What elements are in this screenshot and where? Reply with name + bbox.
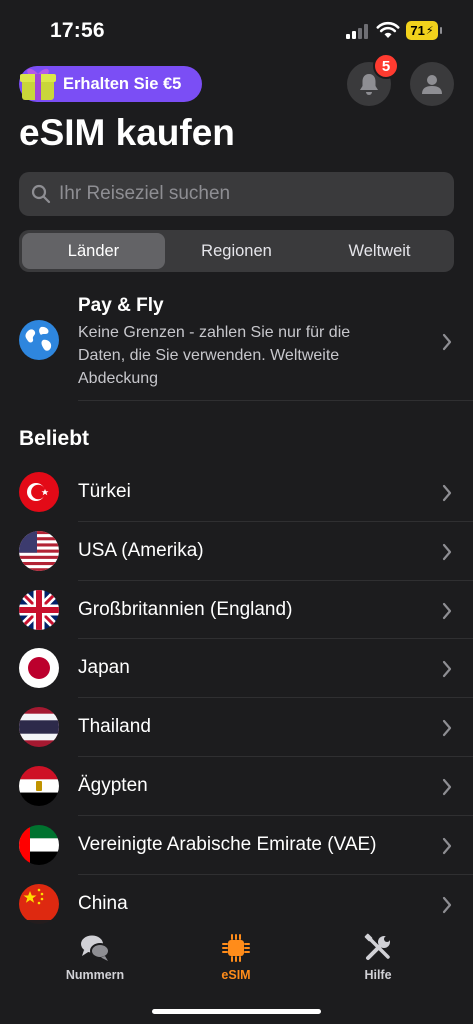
country-item-uae[interactable]: Vereinigte Arabische Emirate (VAE) (0, 816, 473, 875)
wifi-icon (376, 21, 400, 38)
nav-numbers[interactable]: Nummern (45, 932, 145, 982)
nav-numbers-label: Nummern (65, 968, 125, 982)
chevron-right-icon (442, 484, 452, 502)
uae-flag-icon (19, 824, 59, 865)
chevron-right-icon (442, 837, 452, 854)
chat-bubbles-icon (81, 935, 110, 961)
country-name: Japan (78, 657, 130, 679)
search-bar[interactable] (19, 172, 454, 216)
popular-countries-list: Türkei USA (Amerika) Großbritannien (Eng… (0, 463, 473, 933)
tab-countries[interactable]: Länder (22, 233, 165, 269)
search-input[interactable] (59, 183, 439, 205)
nav-esim-label: eSIM (221, 968, 251, 982)
country-name: Thailand (78, 716, 151, 738)
country-item-uk[interactable]: Großbritannien (England) (0, 581, 473, 640)
notification-badge: 5 (373, 53, 399, 79)
status-bar: 17:56 71 ⚡ (0, 0, 473, 62)
chevron-right-icon (442, 333, 452, 351)
chevron-right-icon (442, 602, 452, 619)
country-name: Vereinigte Arabische Emirate (VAE) (78, 833, 377, 855)
egypt-flag-icon (19, 765, 59, 806)
country-name: China (78, 892, 128, 914)
chevron-right-icon (442, 661, 452, 678)
section-title-popular: Beliebt (19, 427, 90, 450)
country-item-thailand[interactable]: Thailand (0, 698, 473, 757)
tab-worldwide[interactable]: Weltweit (308, 233, 451, 269)
divider (78, 400, 473, 401)
chevron-right-icon (442, 720, 452, 737)
china-flag-icon (19, 883, 59, 924)
globe-icon (19, 320, 59, 360)
pay-and-fly-item[interactable]: Pay & Fly Keine Grenzen - zahlen Sie nur… (0, 292, 473, 402)
country-name: Großbritannien (England) (78, 598, 293, 620)
nav-help[interactable]: Hilfe (328, 932, 428, 982)
user-icon (422, 75, 442, 94)
country-item-japan[interactable]: Japan (0, 639, 473, 699)
tab-regions[interactable]: Regionen (165, 233, 308, 269)
page-title: eSIM kaufen (19, 112, 235, 153)
uk-flag-icon (19, 589, 59, 630)
pay-and-fly-description: Keine Grenzen - zahlen Sie nur für die D… (78, 324, 351, 387)
thailand-flag-icon (19, 707, 59, 748)
nav-help-label: Hilfe (364, 968, 392, 982)
turkey-flag-icon (19, 472, 59, 512)
nav-esim[interactable]: eSIM (186, 932, 286, 982)
gift-icon (20, 68, 56, 100)
japan-flag-icon (19, 648, 59, 689)
profile-button[interactable] (410, 62, 454, 106)
country-item-turkey[interactable]: Türkei (0, 463, 473, 522)
usa-flag-icon (19, 530, 59, 571)
status-time: 17:56 (50, 19, 105, 42)
country-name: USA (Amerika) (78, 539, 204, 561)
battery-level: 71 (410, 23, 425, 38)
country-item-usa[interactable]: USA (Amerika) (0, 522, 473, 581)
region-tabs: Länder Regionen Weltweit (19, 230, 454, 272)
pay-and-fly-title: Pay & Fly (78, 295, 164, 316)
country-name: Türkei (78, 481, 131, 502)
chevron-right-icon (442, 543, 452, 560)
tools-icon (364, 933, 390, 960)
chip-icon (222, 934, 250, 962)
promo-button[interactable]: Erhalten Sie €5 (19, 66, 202, 102)
battery-icon: 71 ⚡ (406, 21, 442, 40)
promo-label: Erhalten Sie €5 (63, 74, 182, 93)
country-item-egypt[interactable]: Ägypten (0, 757, 473, 816)
home-indicator (152, 1009, 321, 1014)
country-name: Ägypten (78, 774, 148, 796)
chevron-right-icon (442, 896, 452, 913)
cellular-signal-icon (346, 24, 368, 39)
search-icon (31, 184, 51, 204)
chevron-right-icon (442, 778, 452, 796)
